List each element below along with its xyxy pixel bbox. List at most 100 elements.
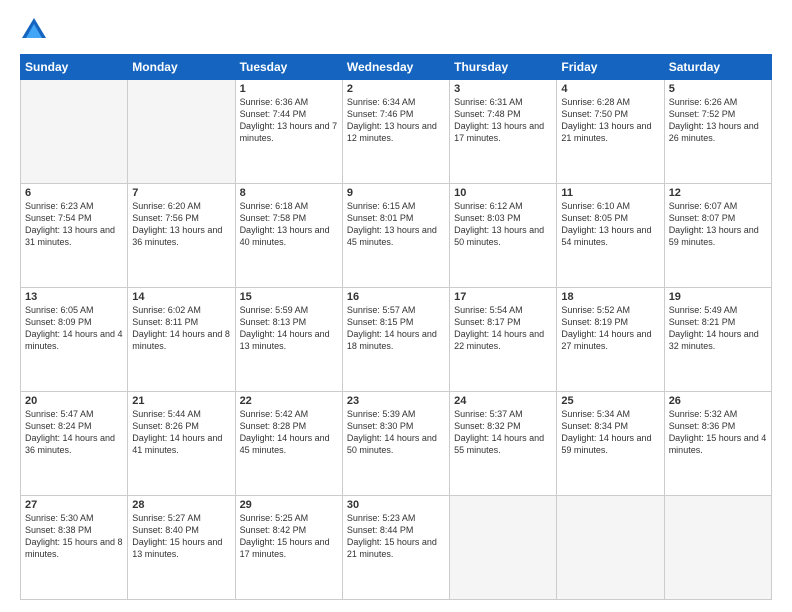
day-number: 30 — [347, 499, 445, 511]
day-number: 5 — [669, 83, 767, 95]
calendar-cell — [664, 496, 771, 600]
day-number: 15 — [240, 291, 338, 303]
calendar-cell: 29Sunrise: 5:25 AM Sunset: 8:42 PM Dayli… — [235, 496, 342, 600]
calendar-cell: 14Sunrise: 6:02 AM Sunset: 8:11 PM Dayli… — [128, 288, 235, 392]
day-info: Sunrise: 5:54 AM Sunset: 8:17 PM Dayligh… — [454, 304, 552, 353]
day-number: 24 — [454, 395, 552, 407]
day-number: 1 — [240, 83, 338, 95]
calendar-cell — [128, 80, 235, 184]
day-number: 8 — [240, 187, 338, 199]
calendar-cell: 26Sunrise: 5:32 AM Sunset: 8:36 PM Dayli… — [664, 392, 771, 496]
day-info: Sunrise: 6:31 AM Sunset: 7:48 PM Dayligh… — [454, 96, 552, 145]
day-info: Sunrise: 6:23 AM Sunset: 7:54 PM Dayligh… — [25, 200, 123, 249]
calendar-cell — [450, 496, 557, 600]
day-info: Sunrise: 5:32 AM Sunset: 8:36 PM Dayligh… — [669, 408, 767, 457]
calendar-cell: 20Sunrise: 5:47 AM Sunset: 8:24 PM Dayli… — [21, 392, 128, 496]
weekday-header-thursday: Thursday — [450, 55, 557, 80]
day-number: 21 — [132, 395, 230, 407]
weekday-header-tuesday: Tuesday — [235, 55, 342, 80]
calendar-cell: 15Sunrise: 5:59 AM Sunset: 8:13 PM Dayli… — [235, 288, 342, 392]
calendar-cell: 12Sunrise: 6:07 AM Sunset: 8:07 PM Dayli… — [664, 184, 771, 288]
weekday-header-wednesday: Wednesday — [342, 55, 449, 80]
day-number: 25 — [561, 395, 659, 407]
calendar-cell: 8Sunrise: 6:18 AM Sunset: 7:58 PM Daylig… — [235, 184, 342, 288]
logo-icon — [20, 16, 48, 44]
day-info: Sunrise: 6:05 AM Sunset: 8:09 PM Dayligh… — [25, 304, 123, 353]
day-number: 14 — [132, 291, 230, 303]
day-number: 3 — [454, 83, 552, 95]
day-number: 27 — [25, 499, 123, 511]
day-number: 2 — [347, 83, 445, 95]
calendar-cell: 13Sunrise: 6:05 AM Sunset: 8:09 PM Dayli… — [21, 288, 128, 392]
calendar-cell: 24Sunrise: 5:37 AM Sunset: 8:32 PM Dayli… — [450, 392, 557, 496]
day-number: 4 — [561, 83, 659, 95]
day-info: Sunrise: 5:37 AM Sunset: 8:32 PM Dayligh… — [454, 408, 552, 457]
weekday-header-saturday: Saturday — [664, 55, 771, 80]
calendar-cell: 19Sunrise: 5:49 AM Sunset: 8:21 PM Dayli… — [664, 288, 771, 392]
day-number: 23 — [347, 395, 445, 407]
week-row-0: 1Sunrise: 6:36 AM Sunset: 7:44 PM Daylig… — [21, 80, 772, 184]
day-info: Sunrise: 6:34 AM Sunset: 7:46 PM Dayligh… — [347, 96, 445, 145]
day-number: 12 — [669, 187, 767, 199]
logo — [20, 16, 52, 44]
day-info: Sunrise: 5:30 AM Sunset: 8:38 PM Dayligh… — [25, 512, 123, 561]
page: SundayMondayTuesdayWednesdayThursdayFrid… — [0, 0, 792, 612]
day-info: Sunrise: 5:47 AM Sunset: 8:24 PM Dayligh… — [25, 408, 123, 457]
calendar-cell: 30Sunrise: 5:23 AM Sunset: 8:44 PM Dayli… — [342, 496, 449, 600]
day-info: Sunrise: 6:26 AM Sunset: 7:52 PM Dayligh… — [669, 96, 767, 145]
day-number: 10 — [454, 187, 552, 199]
day-info: Sunrise: 6:10 AM Sunset: 8:05 PM Dayligh… — [561, 200, 659, 249]
day-info: Sunrise: 5:34 AM Sunset: 8:34 PM Dayligh… — [561, 408, 659, 457]
calendar-cell: 23Sunrise: 5:39 AM Sunset: 8:30 PM Dayli… — [342, 392, 449, 496]
day-info: Sunrise: 5:42 AM Sunset: 8:28 PM Dayligh… — [240, 408, 338, 457]
day-number: 17 — [454, 291, 552, 303]
calendar-cell: 1Sunrise: 6:36 AM Sunset: 7:44 PM Daylig… — [235, 80, 342, 184]
calendar-cell: 7Sunrise: 6:20 AM Sunset: 7:56 PM Daylig… — [128, 184, 235, 288]
calendar-cell: 3Sunrise: 6:31 AM Sunset: 7:48 PM Daylig… — [450, 80, 557, 184]
calendar-cell: 2Sunrise: 6:34 AM Sunset: 7:46 PM Daylig… — [342, 80, 449, 184]
day-info: Sunrise: 6:15 AM Sunset: 8:01 PM Dayligh… — [347, 200, 445, 249]
calendar-table: SundayMondayTuesdayWednesdayThursdayFrid… — [20, 54, 772, 600]
day-info: Sunrise: 6:36 AM Sunset: 7:44 PM Dayligh… — [240, 96, 338, 145]
calendar-cell: 11Sunrise: 6:10 AM Sunset: 8:05 PM Dayli… — [557, 184, 664, 288]
day-info: Sunrise: 5:27 AM Sunset: 8:40 PM Dayligh… — [132, 512, 230, 561]
week-row-3: 20Sunrise: 5:47 AM Sunset: 8:24 PM Dayli… — [21, 392, 772, 496]
header — [20, 16, 772, 44]
day-info: Sunrise: 5:57 AM Sunset: 8:15 PM Dayligh… — [347, 304, 445, 353]
day-number: 7 — [132, 187, 230, 199]
calendar-cell — [557, 496, 664, 600]
day-number: 19 — [669, 291, 767, 303]
day-info: Sunrise: 5:44 AM Sunset: 8:26 PM Dayligh… — [132, 408, 230, 457]
day-number: 28 — [132, 499, 230, 511]
calendar-cell: 27Sunrise: 5:30 AM Sunset: 8:38 PM Dayli… — [21, 496, 128, 600]
week-row-4: 27Sunrise: 5:30 AM Sunset: 8:38 PM Dayli… — [21, 496, 772, 600]
day-number: 29 — [240, 499, 338, 511]
day-number: 20 — [25, 395, 123, 407]
weekday-header-monday: Monday — [128, 55, 235, 80]
calendar-cell: 22Sunrise: 5:42 AM Sunset: 8:28 PM Dayli… — [235, 392, 342, 496]
day-number: 13 — [25, 291, 123, 303]
calendar-cell: 21Sunrise: 5:44 AM Sunset: 8:26 PM Dayli… — [128, 392, 235, 496]
day-number: 11 — [561, 187, 659, 199]
weekday-header-row: SundayMondayTuesdayWednesdayThursdayFrid… — [21, 55, 772, 80]
day-info: Sunrise: 6:18 AM Sunset: 7:58 PM Dayligh… — [240, 200, 338, 249]
calendar-cell: 6Sunrise: 6:23 AM Sunset: 7:54 PM Daylig… — [21, 184, 128, 288]
day-info: Sunrise: 5:59 AM Sunset: 8:13 PM Dayligh… — [240, 304, 338, 353]
calendar-cell: 9Sunrise: 6:15 AM Sunset: 8:01 PM Daylig… — [342, 184, 449, 288]
day-number: 16 — [347, 291, 445, 303]
week-row-1: 6Sunrise: 6:23 AM Sunset: 7:54 PM Daylig… — [21, 184, 772, 288]
day-info: Sunrise: 6:20 AM Sunset: 7:56 PM Dayligh… — [132, 200, 230, 249]
day-number: 9 — [347, 187, 445, 199]
day-number: 26 — [669, 395, 767, 407]
day-info: Sunrise: 5:23 AM Sunset: 8:44 PM Dayligh… — [347, 512, 445, 561]
calendar-cell: 4Sunrise: 6:28 AM Sunset: 7:50 PM Daylig… — [557, 80, 664, 184]
day-number: 18 — [561, 291, 659, 303]
day-info: Sunrise: 5:52 AM Sunset: 8:19 PM Dayligh… — [561, 304, 659, 353]
calendar-cell: 5Sunrise: 6:26 AM Sunset: 7:52 PM Daylig… — [664, 80, 771, 184]
calendar-cell: 28Sunrise: 5:27 AM Sunset: 8:40 PM Dayli… — [128, 496, 235, 600]
day-info: Sunrise: 6:02 AM Sunset: 8:11 PM Dayligh… — [132, 304, 230, 353]
day-info: Sunrise: 6:07 AM Sunset: 8:07 PM Dayligh… — [669, 200, 767, 249]
calendar-cell: 16Sunrise: 5:57 AM Sunset: 8:15 PM Dayli… — [342, 288, 449, 392]
day-info: Sunrise: 5:39 AM Sunset: 8:30 PM Dayligh… — [347, 408, 445, 457]
day-info: Sunrise: 5:49 AM Sunset: 8:21 PM Dayligh… — [669, 304, 767, 353]
